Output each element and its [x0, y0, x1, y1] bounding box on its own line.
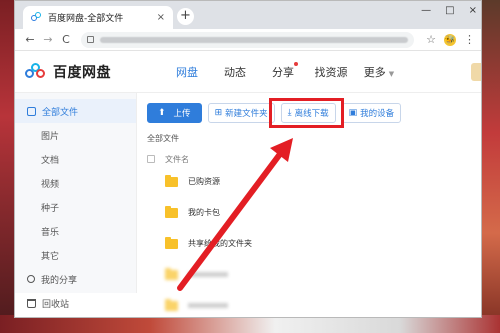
new-tab-button[interactable]: +	[177, 8, 194, 25]
my-devices-label: 我的设备	[360, 109, 395, 119]
nav-more[interactable]: 更多 ▼	[355, 64, 403, 80]
column-filename[interactable]: 文件名	[165, 154, 189, 165]
file-name: 共享给我的文件夹	[188, 239, 252, 248]
trash-icon	[27, 298, 36, 308]
sidebar-item-images[interactable]: 图片	[15, 123, 136, 147]
file-row-card-wallet[interactable]: 我的卡包	[147, 197, 481, 228]
new-folder-button[interactable]: ⊞ 新建文件夹	[207, 103, 275, 123]
forward-icon[interactable]: →	[39, 33, 57, 46]
maximize-button[interactable]: □	[445, 5, 454, 16]
bookmark-star-icon[interactable]: ☆	[426, 33, 436, 46]
sidebar-item-label: 其它	[41, 251, 60, 262]
minimize-button[interactable]: —	[421, 5, 431, 16]
browser-window: 百度网盘-全部文件 × + — □ × ← → C ☆ 🐝 ⋮ 百度网盘 网盘 …	[14, 0, 482, 318]
address-bar[interactable]	[81, 31, 415, 48]
tab-title: 百度网盘-全部文件	[48, 14, 124, 24]
back-icon[interactable]: ←	[21, 33, 39, 46]
file-name: 我的卡包	[188, 208, 220, 217]
sidebar-item-label: 回收站	[42, 299, 70, 310]
baidu-netdisk-logo[interactable]: 百度网盘	[25, 62, 145, 82]
logo-text: 百度网盘	[53, 64, 111, 81]
folder-icon	[165, 205, 178, 218]
sidebar-item-label: 种子	[41, 203, 60, 214]
notification-dot	[294, 61, 298, 66]
baidu-jingyan-watermark: Bai 经验	[387, 284, 478, 309]
browser-toolbar: ← → C ☆ 🐝 ⋮	[15, 29, 481, 51]
sidebar-item-label: 音乐	[41, 227, 60, 238]
all-files-icon	[27, 106, 36, 116]
reload-icon[interactable]: C	[57, 33, 75, 46]
new-folder-icon: ⊞	[214, 108, 223, 118]
folder-icon	[165, 174, 178, 187]
file-name-blurred	[188, 303, 228, 308]
background-left	[0, 0, 14, 333]
upload-icon: ⬆	[158, 108, 166, 118]
sidebar-item-music[interactable]: 音乐	[15, 219, 136, 243]
nav-netdisk[interactable]: 网盘	[163, 64, 211, 80]
sidebar-item-documents[interactable]: 文档	[15, 147, 136, 171]
browser-tab[interactable]: 百度网盘-全部文件 ×	[23, 6, 173, 29]
nav-find-resources-label: 找资源	[314, 65, 348, 79]
address-url-blurred	[100, 36, 409, 43]
file-row-purchased[interactable]: 已购资源	[147, 166, 481, 197]
sidebar-item-label: 视频	[41, 179, 60, 190]
upload-button[interactable]: ⬆ 上传	[147, 103, 202, 123]
extension-icon[interactable]: 🐝	[444, 33, 456, 46]
file-list-header: 文件名	[147, 152, 481, 166]
sidebar-item-other[interactable]: 其它	[15, 243, 136, 267]
upload-label: 上传	[173, 109, 191, 119]
share-icon	[27, 275, 35, 283]
browser-menu-icon[interactable]: ⋮	[464, 33, 475, 46]
folder-icon	[165, 298, 178, 311]
new-folder-label: 新建文件夹	[225, 109, 268, 119]
file-panel: ⬆ 上传 ⊞ 新建文件夹 ⤓ 离线下载 ▣ 我的设备 全部文件 文件名 已购资源…	[137, 93, 481, 311]
nav-activity[interactable]: 动态	[211, 64, 259, 80]
folder-icon	[165, 236, 178, 249]
sidebar-item-videos[interactable]: 视频	[15, 171, 136, 195]
content-area: 全部文件 图片 文档 视频 种子 音乐 其它 我的分享 回收站 ⬆ 上传 ⊞ 新…	[15, 93, 481, 311]
breadcrumb: 全部文件	[147, 134, 179, 143]
site-header: 百度网盘 网盘 动态 分享 找资源 更多 ▼	[15, 51, 481, 93]
nav-share-label: 分享	[272, 65, 294, 79]
sidebar-item-my-shares[interactable]: 我的分享	[15, 267, 136, 291]
close-window-button[interactable]: ×	[469, 5, 477, 16]
background-right	[482, 0, 500, 333]
offline-download-highlight-box	[269, 98, 344, 128]
lock-icon	[87, 36, 94, 43]
sidebar-item-label: 我的分享	[41, 275, 78, 286]
nav-share[interactable]: 分享	[259, 61, 307, 80]
sidebar: 全部文件 图片 文档 视频 种子 音乐 其它 我的分享 回收站	[15, 93, 137, 310]
file-name-blurred	[188, 272, 228, 277]
file-row-shared-with-me[interactable]: 共享给我的文件夹	[147, 228, 481, 259]
sidebar-item-label: 文档	[41, 155, 60, 166]
cloud-logo-icon	[25, 62, 47, 81]
baidu-favicon-icon	[31, 12, 42, 23]
main-nav: 网盘 动态 分享 找资源 更多 ▼	[163, 61, 403, 80]
window-controls: — □ ×	[421, 5, 477, 16]
device-icon: ▣	[348, 108, 358, 118]
select-all-checkbox[interactable]	[147, 155, 155, 163]
file-name: 已购资源	[188, 177, 220, 186]
sidebar-item-all-files[interactable]: 全部文件	[15, 99, 136, 123]
browser-titlebar: 百度网盘-全部文件 × + — □ ×	[15, 1, 481, 29]
chevron-down-icon: ▼	[388, 69, 395, 78]
tab-close-icon[interactable]: ×	[157, 12, 165, 23]
nav-activity-label: 动态	[224, 65, 246, 79]
sidebar-item-label: 图片	[41, 131, 60, 142]
my-devices-button[interactable]: ▣ 我的设备	[341, 103, 402, 123]
avatar[interactable]	[471, 63, 481, 81]
nav-netdisk-label: 网盘	[176, 65, 198, 79]
folder-icon	[165, 267, 178, 280]
sidebar-item-torrents[interactable]: 种子	[15, 195, 136, 219]
sidebar-item-recycle-bin[interactable]: 回收站	[15, 291, 136, 315]
nav-find-resources[interactable]: 找资源	[307, 64, 355, 80]
nav-more-label: 更多	[363, 65, 386, 79]
sidebar-item-label: 全部文件	[42, 107, 79, 118]
